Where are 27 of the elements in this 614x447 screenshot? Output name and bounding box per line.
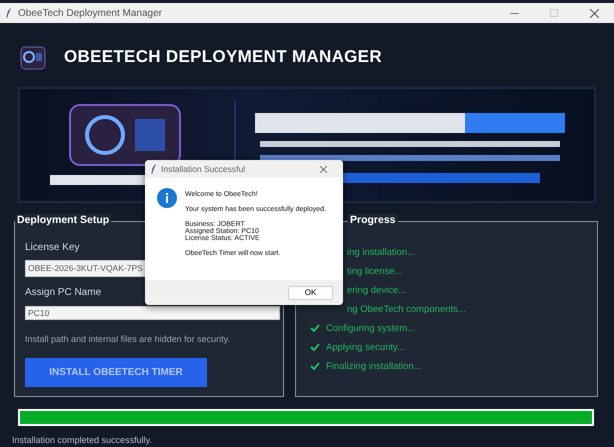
panel-title: Deployment Setup	[15, 214, 112, 226]
security-note: Install path and internal files are hidden for security.	[25, 334, 231, 344]
status-text: Installation completed successfully.	[12, 435, 153, 445]
pc-name-field[interactable]: PC10	[25, 306, 280, 320]
info-icon	[157, 188, 177, 208]
feather-icon	[151, 164, 157, 174]
minimize-icon[interactable]	[510, 12, 518, 14]
step-text: Configuring system...	[326, 322, 416, 334]
field-label: License Key	[25, 242, 80, 253]
step-text: ng ObeeTech components...	[347, 304, 466, 314]
feather-icon	[6, 8, 12, 18]
step-text: Finalizing installation...	[326, 360, 422, 372]
close-icon[interactable]	[320, 166, 326, 172]
step-text: ting license...	[347, 266, 402, 276]
window-title: ObeeTech Deployment Manager	[18, 8, 163, 18]
check-icon	[310, 324, 320, 332]
step-text: Applying security...	[326, 342, 406, 352]
step-text: ing installation...	[347, 246, 416, 258]
ok-button[interactable]: OK	[288, 286, 333, 300]
app-title: OBEETECH DEPLOYMENT MANAGER	[64, 47, 382, 67]
dialog-title: Installation Successful	[161, 164, 246, 174]
panel-title: Progress	[348, 214, 398, 226]
check-icon	[310, 362, 320, 370]
step-text: ering device...	[347, 284, 406, 296]
check-icon	[310, 343, 320, 351]
close-icon[interactable]	[590, 8, 598, 18]
field-label: Assign PC Name	[25, 286, 102, 298]
